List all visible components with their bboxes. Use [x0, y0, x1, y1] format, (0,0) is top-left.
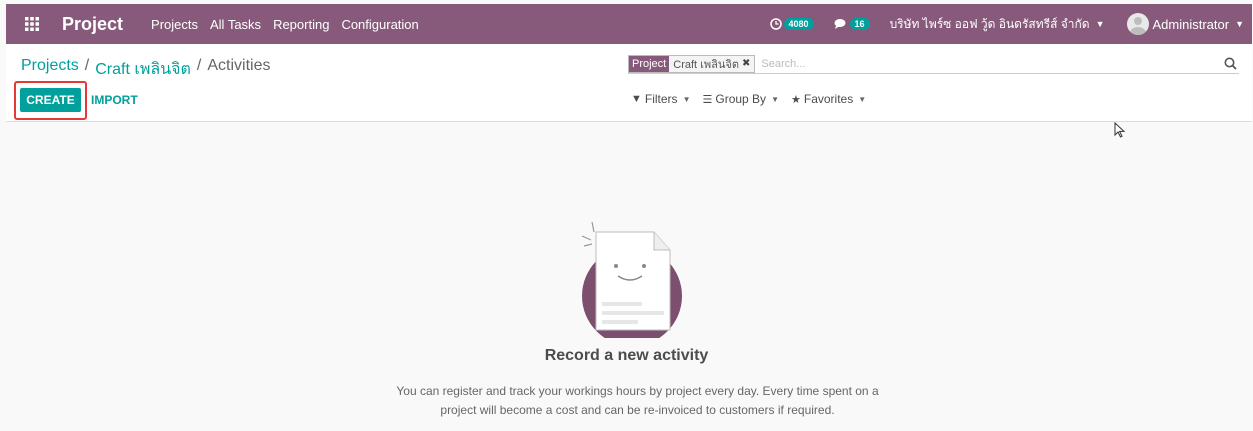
apps-menu-icon[interactable] — [14, 4, 50, 44]
activity-count-badge: 4080 — [783, 18, 814, 30]
search-bar: Project Craft เพลินจิต ✖ — [628, 54, 1239, 74]
control-panel: Projects / Craft เพลินจิต / Activities C… — [6, 44, 1252, 122]
search-facet: Project Craft เพลินจิต ✖ — [628, 54, 756, 73]
bars-icon: ☰ — [702, 93, 713, 106]
group-by-label: Group By — [715, 92, 767, 106]
facet-value: Craft เพลินจิต ✖ — [669, 55, 755, 72]
messaging-systray[interactable]: 16 — [834, 18, 870, 30]
create-button[interactable]: CREATE — [20, 88, 81, 112]
facet-value-text: Craft เพลินจิต — [673, 58, 740, 71]
avatar — [1126, 13, 1149, 35]
menu-all-tasks[interactable]: All Tasks — [210, 17, 261, 32]
favorites-dropdown[interactable]: ★ Favorites ▼ — [791, 92, 866, 106]
caret-down-icon: ▼ — [771, 94, 779, 104]
empty-activity-illustration — [581, 221, 682, 338]
menu-configuration[interactable]: Configuration — [341, 17, 418, 32]
empty-state-line-1: You can register and track your workings… — [396, 384, 879, 398]
search-icon[interactable] — [1224, 57, 1237, 70]
star-icon: ★ — [790, 93, 801, 106]
breadcrumb-separator: / — [196, 57, 202, 74]
caret-down-icon: ▼ — [682, 94, 691, 104]
search-options: ▼ Filters ▼ ☰ Group By ▼ ★ Favorites ▼ — [631, 92, 878, 106]
mouse-pointer-icon — [1114, 122, 1126, 138]
import-button[interactable]: IMPORT — [91, 93, 138, 107]
message-count-badge: 16 — [849, 18, 870, 30]
search-input[interactable] — [761, 57, 1182, 70]
remove-facet-icon[interactable]: ✖ — [742, 58, 750, 69]
facet-label: Project — [629, 55, 670, 72]
clock-icon — [769, 18, 782, 30]
menu-reporting[interactable]: Reporting — [273, 17, 329, 32]
empty-state-title: Record a new activity — [544, 347, 709, 364]
empty-state-line-2: project will become a cost and can be re… — [440, 403, 835, 417]
breadcrumb-separator: / — [84, 57, 90, 74]
comments-icon — [834, 19, 846, 29]
app-brand[interactable]: Project — [62, 14, 123, 35]
menu-projects[interactable]: Projects — [151, 17, 198, 32]
company-name: บริษัท ไพร์ซ ออฟ วู้ด อินดรัสทรีส์ จำกัด — [889, 16, 1090, 31]
filter-icon: ▼ — [631, 93, 642, 105]
company-switcher[interactable]: บริษัท ไพร์ซ ออฟ วู้ด อินดรัสทรีส์ จำกัด… — [890, 15, 1105, 34]
user-name: Administrator — [1152, 16, 1230, 32]
filters-dropdown[interactable]: ▼ Filters ▼ — [631, 92, 690, 106]
activity-systray[interactable]: 4080 — [769, 18, 814, 30]
caret-down-icon: ▼ — [1235, 19, 1244, 29]
breadcrumb-project-name[interactable]: Craft เพลินจิต — [95, 57, 191, 82]
top-navbar: Project Projects All Tasks Reporting Con… — [6, 4, 1252, 44]
caret-down-icon: ▼ — [1095, 19, 1105, 29]
breadcrumb-projects[interactable]: Projects — [21, 57, 79, 82]
favorites-label: Favorites — [803, 92, 854, 106]
filters-label: Filters — [644, 92, 678, 106]
group-by-dropdown[interactable]: ☰ Group By ▼ — [702, 92, 779, 106]
breadcrumb: Projects / Craft เพลินจิต / Activities — [21, 57, 270, 82]
user-menu[interactable]: Administrator ▼ — [1126, 13, 1244, 35]
empty-state-description: You can register and track your workings… — [360, 382, 915, 420]
breadcrumb-current: Activities — [207, 57, 271, 74]
caret-down-icon: ▼ — [858, 94, 867, 104]
